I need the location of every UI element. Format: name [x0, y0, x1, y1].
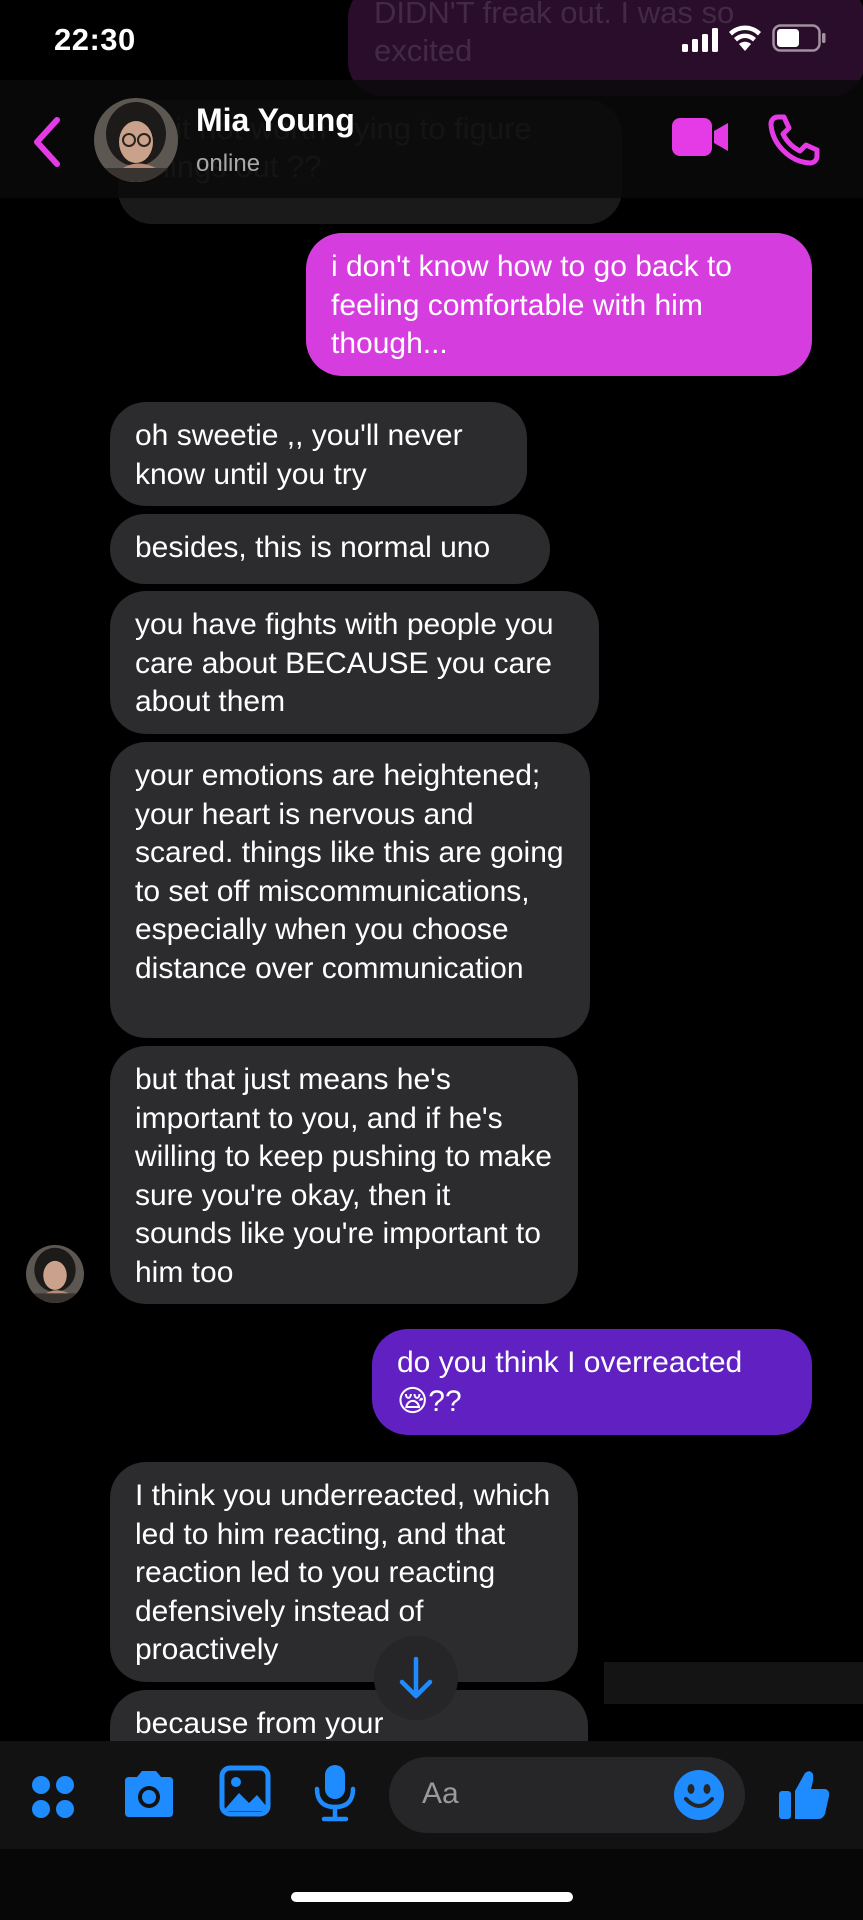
- message-text: you have fights with people you care abo…: [135, 608, 554, 718]
- composer-bar: Aa: [0, 1741, 863, 1849]
- message-text: I think you underreacted, which led to h…: [135, 1479, 551, 1666]
- outgoing-message[interactable]: i don't know how to go back to feeling c…: [306, 233, 812, 376]
- avatar[interactable]: [94, 98, 178, 182]
- camera-icon[interactable]: [121, 1769, 177, 1819]
- divider-strip: [604, 1662, 863, 1704]
- incoming-message[interactable]: you have fights with people you care abo…: [110, 591, 599, 734]
- scroll-down-arrow-icon: [399, 1656, 433, 1699]
- chat-header: Mia Young online: [0, 80, 863, 198]
- incoming-message[interactable]: oh sweetie ,, you'll never know until yo…: [110, 402, 527, 506]
- contact-name: Mia Young: [196, 102, 355, 138]
- incoming-message[interactable]: your emotions are heightened; your heart…: [110, 742, 590, 1038]
- thumbs-up-icon[interactable]: [777, 1769, 831, 1821]
- incoming-message[interactable]: but that just means he's important to yo…: [110, 1046, 578, 1304]
- message-input-placeholder: Aa: [422, 1777, 459, 1810]
- status-time: 22:30: [54, 22, 136, 57]
- contact-status: online: [196, 150, 261, 177]
- scroll-down-button[interactable]: [374, 1636, 458, 1720]
- emoji-icon[interactable]: [673, 1769, 725, 1821]
- cellular-signal-icon: [682, 28, 718, 52]
- incoming-message[interactable]: besides, this is normal uno: [110, 514, 550, 584]
- microphone-icon[interactable]: [312, 1763, 358, 1823]
- home-indicator[interactable]: [291, 1892, 573, 1902]
- apps-icon[interactable]: [30, 1774, 76, 1820]
- home-indicator-area: [0, 1849, 863, 1920]
- phone-call-icon[interactable]: [768, 114, 820, 166]
- gallery-icon[interactable]: [219, 1765, 271, 1817]
- message-text: but that just means he's important to yo…: [135, 1063, 552, 1289]
- video-call-icon[interactable]: [670, 116, 730, 158]
- message-text: oh sweetie ,, you'll never know until yo…: [135, 419, 463, 491]
- message-input[interactable]: Aa: [389, 1757, 745, 1833]
- message-text: because from your: [135, 1707, 384, 1740]
- incoming-message[interactable]: I think you underreacted, which led to h…: [110, 1462, 578, 1682]
- battery-icon: [772, 24, 826, 52]
- message-text: your emotions are heightened; your heart…: [135, 759, 564, 985]
- message-text: do you think I overreacted 😪??: [397, 1346, 743, 1418]
- message-text: i don't know how to go back to feeling c…: [331, 250, 732, 360]
- back-chevron-icon[interactable]: [30, 116, 64, 168]
- outgoing-message[interactable]: do you think I overreacted 😪??: [372, 1329, 812, 1435]
- contact-avatar-small[interactable]: [26, 1245, 84, 1303]
- wifi-icon: [729, 25, 761, 51]
- status-bar: 22:30: [0, 0, 863, 80]
- message-text: besides, this is normal uno: [135, 531, 491, 564]
